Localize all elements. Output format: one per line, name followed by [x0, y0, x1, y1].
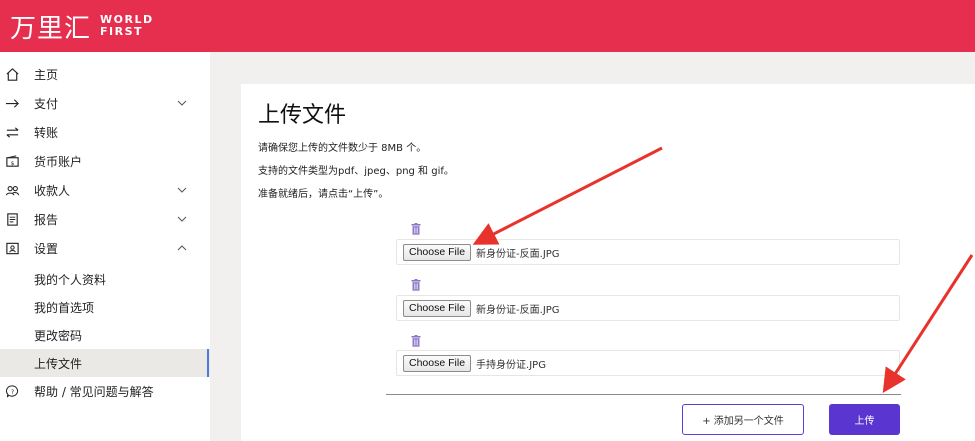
chevron-up-icon: [176, 242, 188, 254]
sidebar-item-payees[interactable]: 收款人: [0, 176, 210, 204]
upload-files-panel: 上传文件 请确保您上传的文件数少于 8MB 个。 支持的文件类型为pdf、jpe…: [241, 84, 975, 441]
arrow-right-icon: [3, 94, 21, 112]
chevron-down-icon: [176, 97, 188, 109]
sidebar-item-label: 货币账户: [34, 154, 83, 169]
chat-help-icon: ?: [3, 382, 21, 400]
trash-icon[interactable]: [411, 220, 421, 235]
sidebar-item-currency-accounts[interactable]: $ 货币账户: [0, 147, 210, 175]
sidebar-subitem-profile[interactable]: 我的个人资料: [0, 265, 210, 293]
trash-icon[interactable]: [411, 332, 421, 347]
sidebar-item-label: 转账: [34, 125, 59, 140]
sidebar-item-label: 主页: [34, 67, 59, 82]
upload-button[interactable]: 上传: [829, 404, 900, 435]
sidebar-item-payments[interactable]: 支付: [0, 89, 210, 117]
sidebar: 主页 支付 转账 $ 货币账户 收款人 报告 设置 我的个人资料 我的首选项 更…: [0, 52, 210, 441]
sidebar-item-label: 支付: [34, 96, 59, 111]
trash-icon[interactable]: [411, 276, 421, 291]
sidebar-subitem-label: 我的首选项: [34, 300, 95, 315]
sidebar-item-help[interactable]: ? 帮助 / 常见问题与解答: [0, 377, 210, 405]
sidebar-item-label: 帮助 / 常见问题与解答: [34, 384, 154, 399]
logo-en-line2: FIRST: [100, 25, 144, 38]
top-header: 万里汇 WORLD FIRST: [0, 0, 975, 52]
selected-file-name: 新身份证-反面.JPG: [476, 304, 560, 316]
sidebar-item-label: 报告: [34, 212, 59, 227]
logo-chinese-text: 万里汇: [10, 13, 92, 44]
wallet-icon: $: [3, 152, 21, 170]
chevron-down-icon: [176, 213, 188, 225]
form-divider: [386, 394, 901, 395]
file-input-row: Choose File 新身份证-反面.JPG: [396, 239, 900, 265]
sidebar-item-label: 设置: [34, 241, 59, 256]
users-icon: [3, 181, 21, 199]
instruction-file-types: 支持的文件类型为pdf、jpeg、png 和 gif。: [258, 166, 454, 177]
file-input-row: Choose File 手持身份证.JPG: [396, 350, 900, 376]
choose-file-button[interactable]: Choose File: [403, 354, 472, 372]
selected-file-name: 手持身份证.JPG: [476, 359, 546, 371]
svg-text:$: $: [10, 160, 14, 166]
chevron-down-icon: [176, 184, 188, 196]
sidebar-subitem-label: 更改密码: [34, 328, 83, 343]
sidebar-item-label: 收款人: [34, 183, 71, 198]
sidebar-subitem-upload-files[interactable]: 上传文件: [0, 349, 210, 377]
logo-english-text: WORLD FIRST: [100, 14, 154, 38]
page-title: 上传文件: [258, 103, 347, 128]
instruction-size-limit: 请确保您上传的文件数少于 8MB 个。: [258, 143, 427, 154]
add-another-file-button[interactable]: + 添加另一个文件: [682, 404, 804, 435]
sidebar-subitem-preferences[interactable]: 我的首选项: [0, 293, 210, 321]
sidebar-item-transfer[interactable]: 转账: [0, 118, 210, 146]
sidebar-subitem-label: 我的个人资料: [34, 272, 107, 287]
selected-file-name: 新身份证-反面.JPG: [476, 248, 560, 260]
worldfirst-logo[interactable]: 万里汇 WORLD FIRST: [10, 8, 154, 45]
sidebar-subitem-label: 上传文件: [34, 356, 83, 371]
instruction-ready: 准备就绪后，请点击“上传”。: [258, 189, 389, 200]
svg-text:?: ?: [10, 388, 13, 395]
sidebar-subitem-change-password[interactable]: 更改密码: [0, 321, 210, 349]
transfer-icon: [3, 123, 21, 141]
sidebar-item-reports[interactable]: 报告: [0, 205, 210, 233]
sidebar-item-home[interactable]: 主页: [0, 60, 210, 88]
choose-file-button[interactable]: Choose File: [403, 299, 472, 317]
id-card-icon: [3, 239, 21, 257]
file-input-row: Choose File 新身份证-反面.JPG: [396, 295, 900, 321]
home-icon: [3, 65, 21, 83]
choose-file-button[interactable]: Choose File: [403, 243, 472, 261]
sidebar-item-settings[interactable]: 设置: [0, 234, 210, 262]
document-icon: [3, 210, 21, 228]
